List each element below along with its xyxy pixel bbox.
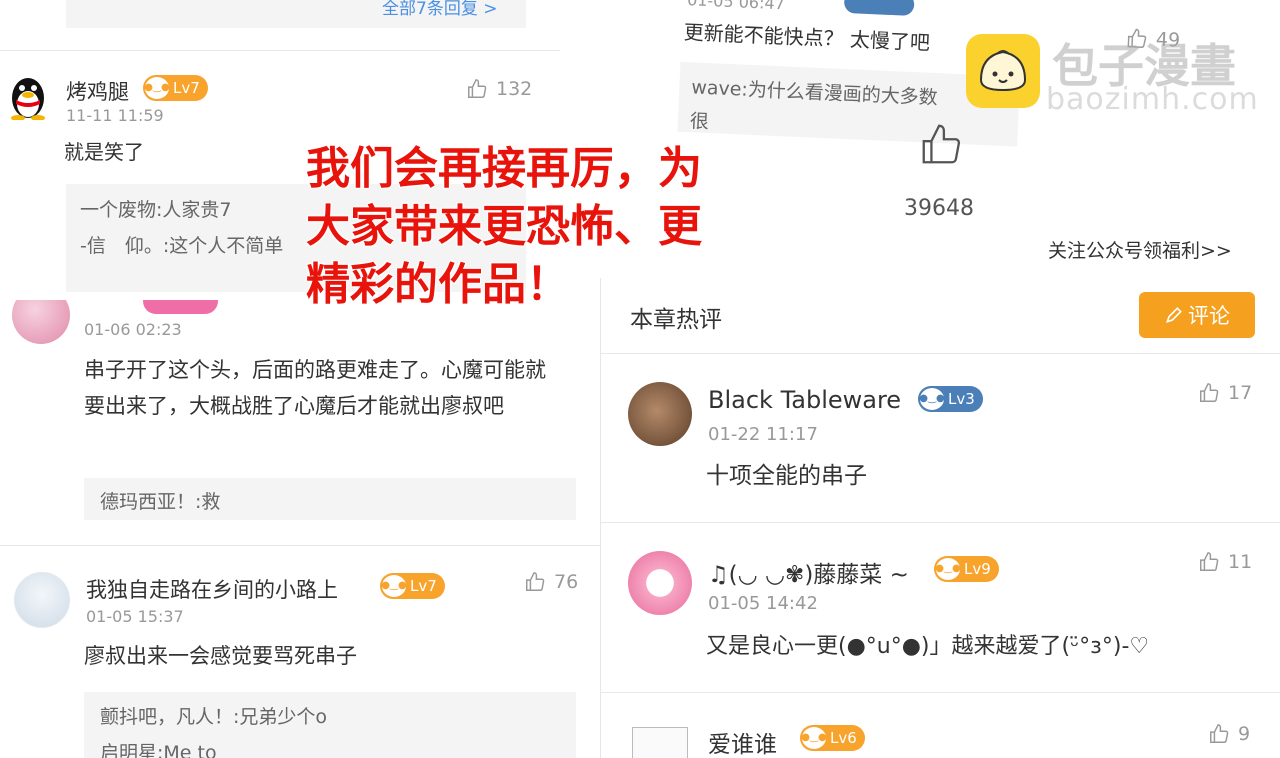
comment-button-label: 评论 bbox=[1188, 304, 1230, 328]
pencil-icon bbox=[1166, 307, 1182, 323]
cat-icon: ●‿● bbox=[935, 558, 961, 580]
comment-button[interactable]: 评论 bbox=[1139, 292, 1255, 338]
follow-link[interactable]: 关注公众号领福利>> bbox=[1048, 236, 1232, 263]
comment-time: 01-06 02:23 bbox=[84, 320, 182, 339]
level-badge: ●‿● Lv6 bbox=[800, 725, 865, 751]
reply-item: 颤抖吧，凡人！:兄弟少个o bbox=[100, 706, 328, 728]
like-button[interactable]: 17 bbox=[1198, 382, 1252, 404]
comment-username[interactable]: 我独自走路在乡间的小路上 bbox=[86, 574, 338, 604]
like-count: 76 bbox=[554, 571, 579, 593]
thumbs-up-icon bbox=[1200, 552, 1219, 571]
comment-text: 十项全能的串子 bbox=[706, 463, 867, 489]
overlay-line: 大家带来更恐怖、更 bbox=[306, 201, 702, 252]
cat-icon: ●‿● bbox=[381, 575, 407, 597]
level-badge: ●‿● Lv3 bbox=[918, 386, 983, 412]
like-count: 132 bbox=[496, 78, 533, 100]
bottom-left-panel: 我独自走路在乡间的小路上 ●‿● Lv7 01-05 15:37 76 廖叔出来… bbox=[0, 546, 600, 758]
right-comment-1: Black Tableware 01-22 11:17 17 十项全能的串子 bbox=[600, 354, 1280, 522]
reply-item: -信 仰。:这个人不简单 bbox=[80, 235, 284, 257]
comment-username[interactable]: 爱谁谁 bbox=[708, 725, 777, 758]
chapter-like-area: 39648 关注公众号领福利>> bbox=[860, 118, 1280, 278]
level-label: Lv7 bbox=[173, 79, 200, 97]
comment-text: 更新能不能快点？ 太慢了吧 bbox=[683, 19, 931, 55]
like-button[interactable]: 11 bbox=[1198, 551, 1252, 573]
reply-item: 启明星:Me to bbox=[100, 742, 217, 758]
comment-time: 01-05 15:37 bbox=[86, 607, 184, 626]
comment-username[interactable]: 烤鸡腿 bbox=[66, 76, 129, 106]
chapter-like-count: 39648 bbox=[904, 196, 974, 221]
all-replies-link[interactable]: 全部7条回复 > bbox=[382, 0, 497, 19]
level-label: Lv6 bbox=[830, 729, 857, 747]
avatar bbox=[632, 727, 688, 758]
level-label: Lv3 bbox=[948, 390, 975, 408]
comment-text: 就是笑了 bbox=[64, 140, 144, 164]
thumbs-up-icon bbox=[1200, 383, 1219, 402]
level-label: Lv7 bbox=[410, 577, 437, 595]
like-count: 11 bbox=[1228, 551, 1253, 573]
watermark: 包子漫畫 baozimh.com bbox=[964, 32, 1264, 118]
comment-text: 串子开了这个头，后面的路更难走了。心魔可能就要出来了，大概战胜了心魔后才能就出廖… bbox=[84, 358, 546, 418]
comment-time: 01-05 06:47 bbox=[686, 0, 786, 14]
thumbs-up-icon[interactable] bbox=[918, 122, 964, 168]
overlay-line: 我们会再接再厉，为 bbox=[306, 143, 702, 194]
thumbs-up-icon bbox=[468, 79, 487, 98]
level-badge: ●‿● Lv7 bbox=[380, 573, 445, 599]
cat-icon: ●‿● bbox=[144, 77, 170, 99]
thumbs-up-icon bbox=[1210, 724, 1229, 743]
avatar bbox=[14, 572, 70, 628]
like-button[interactable]: 76 bbox=[524, 571, 578, 593]
right-comment-2: ♫(◡ ◡✾)藤藤菜 ~ 01-05 14:42 11 又是良心一更(●°u°●… bbox=[600, 523, 1280, 691]
avatar bbox=[12, 300, 70, 344]
level-label: Lv9 bbox=[964, 560, 991, 578]
mid-left-panel: 01-06 02:23 串子开了这个头，后面的路更难走了。心魔可能就要出来了，大… bbox=[0, 300, 600, 545]
like-count: 9 bbox=[1238, 723, 1251, 745]
thumbs-up-icon bbox=[526, 572, 545, 591]
cat-icon: ●‿● bbox=[919, 388, 945, 410]
watermark-domain: baozimh.com bbox=[1046, 82, 1259, 117]
divider bbox=[0, 50, 560, 51]
overlay-line: 精彩的作品！ bbox=[306, 259, 570, 310]
level-badge-partial bbox=[843, 0, 915, 16]
level-badge: ●‿● Lv9 bbox=[934, 556, 999, 582]
comment-time: 01-05 14:42 bbox=[708, 593, 818, 614]
cat-icon: ●‿● bbox=[801, 727, 827, 749]
comment-time: 11-11 11:59 bbox=[66, 106, 164, 125]
comment-text: 廖叔出来一会感觉要骂死串子 bbox=[84, 644, 357, 668]
reply-item: 一个废物:人家贵7 bbox=[80, 199, 232, 221]
overlay-message: 我们会再接再厉，为 大家带来更恐怖、更 精彩的作品！ bbox=[306, 140, 766, 314]
avatar bbox=[8, 74, 48, 120]
right-comment-3: 爱谁谁 9 bbox=[600, 693, 1280, 758]
comment-time: 01-22 11:17 bbox=[708, 424, 818, 445]
comment-username[interactable]: ♫(◡ ◡✾)藤藤菜 ~ bbox=[708, 555, 909, 589]
level-badge: ●‿● Lv7 bbox=[143, 75, 208, 101]
watermark-logo-icon bbox=[966, 34, 1040, 108]
panel-separator bbox=[600, 278, 601, 758]
like-count: 17 bbox=[1228, 382, 1253, 404]
reply-item: 德玛西亚！:救 bbox=[100, 491, 221, 513]
level-badge-partial bbox=[143, 300, 218, 314]
like-button[interactable]: 9 bbox=[1208, 723, 1250, 745]
like-button[interactable]: 132 bbox=[466, 78, 532, 100]
comment-text: 又是良心一更(●°u°●)」越来越爱了(ᵕ̈°з°)-♡ bbox=[706, 634, 1150, 659]
avatar bbox=[628, 551, 692, 615]
comment-username[interactable]: Black Tableware bbox=[708, 386, 901, 414]
avatar bbox=[628, 382, 692, 446]
reply-item: 很 bbox=[689, 110, 710, 134]
